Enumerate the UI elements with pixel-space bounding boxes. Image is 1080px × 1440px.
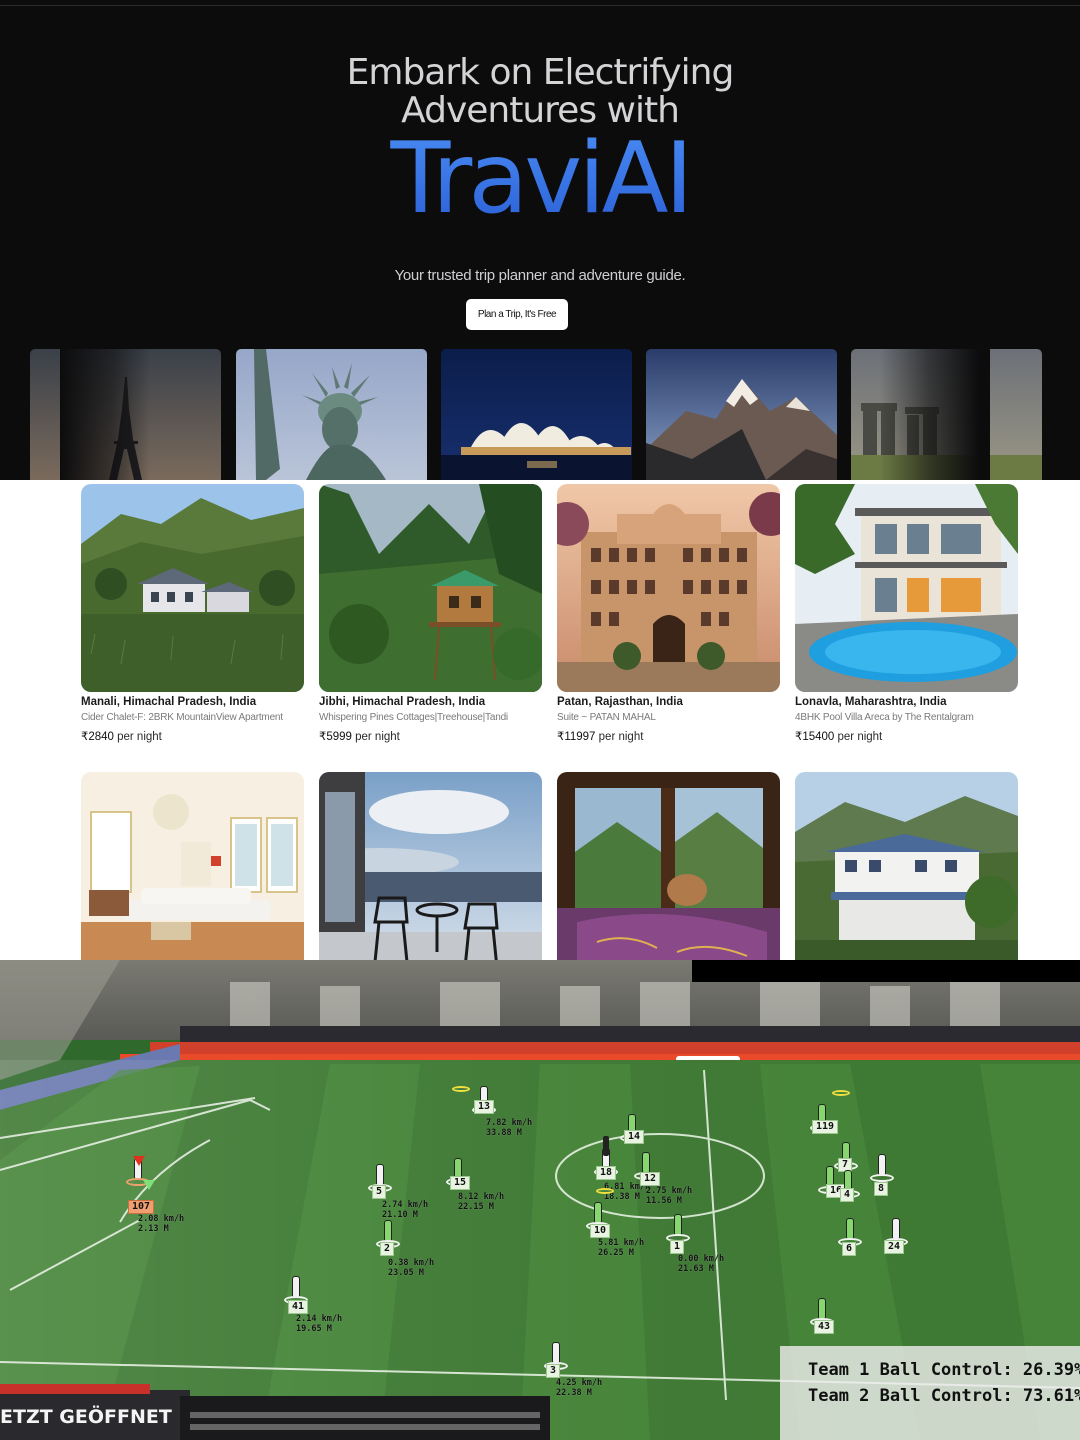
player-marker (846, 1218, 854, 1240)
player-id-label: 13 (474, 1100, 495, 1114)
player-stats: 7.82 km/h 33.88 M (486, 1118, 533, 1138)
player-id-label: 43 (814, 1320, 835, 1334)
referee-marker (603, 1136, 609, 1156)
listing-photo[interactable] (795, 484, 1018, 692)
player-marker (376, 1164, 384, 1186)
player-id-label: 10 (590, 1224, 611, 1238)
linesman-ring (596, 1188, 614, 1194)
player-stats: 2.14 km/h 19.65 M (296, 1314, 343, 1334)
player-marker (292, 1276, 300, 1298)
player-id-label: 8 (874, 1182, 889, 1196)
player-stats: 0.38 km/h 23.05 M (388, 1258, 435, 1278)
listing-title: Cider Chalet-F: 2BRK MountainView Apartm… (81, 712, 283, 723)
listing-price: ₹11997 (557, 731, 596, 743)
player-marker (594, 1202, 602, 1224)
player-id-label: 3 (546, 1364, 561, 1378)
listing-title: Suite ~ PATAN MAHAL (557, 712, 656, 723)
ball-control-panel: Team 1 Ball Control: 26.39% Team 2 Ball … (780, 1346, 1080, 1440)
scene-stonehenge (851, 349, 1042, 480)
player-id-label: 1 (670, 1240, 685, 1254)
listing-card[interactable] (795, 772, 1018, 960)
player-marker (552, 1342, 560, 1364)
team2-ball-control: Team 2 Ball Control: 73.61% (808, 1386, 1080, 1406)
player-marker (878, 1154, 886, 1176)
plan-trip-button[interactable]: Plan a Trip, It's Free (466, 299, 568, 330)
player-marker (674, 1214, 682, 1236)
hero-tagline: Your trusted trip planner and adventure … (394, 267, 686, 284)
hero-section: Embark on Electrifying Adventures with T… (0, 0, 1080, 480)
player-marker (818, 1298, 826, 1320)
player-stats: 2.75 km/h 11.56 M (646, 1186, 693, 1206)
listing-card[interactable]: Jibhi, Himachal Pradesh, India Whisperin… (319, 484, 542, 743)
player-id-label: 5 (372, 1185, 387, 1199)
player-id-label: 6 (842, 1242, 857, 1256)
listing-photo[interactable] (795, 772, 1018, 960)
player-stats: 4.25 km/h 22.38 M (556, 1378, 603, 1398)
player-id-label: 24 (884, 1240, 905, 1254)
listing-title: Whispering Pines Cottages|Treehouse|Tand… (319, 712, 508, 723)
player-stats: 2.74 km/h 21.10 M (382, 1200, 429, 1220)
listing-price-unit: per night (355, 731, 400, 743)
scene-mountain-peak (646, 349, 837, 480)
player-id-label: 119 (812, 1120, 839, 1134)
listing-price-row: ₹5999 per night (319, 729, 542, 743)
listing-photo[interactable] (319, 484, 542, 692)
player-id-label: 41 (288, 1300, 309, 1314)
listing-location: Lonavla, Maharashtra, India (795, 696, 947, 708)
listing-card[interactable]: Lonavla, Maharashtra, India 4BHK Pool Vi… (795, 484, 1018, 743)
listing-photo[interactable] (557, 772, 780, 960)
scene-statue-of-liberty (236, 349, 427, 480)
player-marker (642, 1152, 650, 1174)
listings-grid: Manali, Himachal Pradesh, India Cider Ch… (0, 480, 1080, 960)
brand-name: TraviAI (0, 124, 1080, 234)
listing-price-row: ₹15400 per night (795, 729, 1018, 743)
listing-price-unit: per night (837, 731, 883, 743)
player-id-label: 14 (624, 1130, 645, 1144)
player-stats: 5.81 km/h 26.25 M (598, 1238, 645, 1258)
listing-price: ₹15400 (795, 731, 835, 743)
scene-sydney-opera-house (441, 349, 632, 480)
listing-card[interactable]: Manali, Himachal Pradesh, India Cider Ch… (81, 484, 304, 743)
listing-price-row: ₹11997 per night (557, 729, 780, 743)
listing-price-unit: per night (117, 731, 162, 743)
listing-price: ₹2840 (81, 731, 114, 743)
listing-photo[interactable] (81, 772, 304, 960)
team1-ball-control: Team 1 Ball Control: 26.39% (808, 1360, 1080, 1380)
player-marker (892, 1218, 900, 1240)
player-stats: 2.08 km/h 2.13 M (138, 1214, 185, 1234)
possession-marker-icon (133, 1156, 145, 1166)
listing-location: Patan, Rajasthan, India (557, 696, 683, 708)
scene-eiffel-tower (30, 349, 221, 480)
linesman-ring (832, 1090, 850, 1096)
player-id-label: 15 (450, 1176, 471, 1190)
player-id-label: 18 (596, 1166, 617, 1180)
listing-photo[interactable] (319, 772, 542, 960)
advert-text: ETZT GEÖFFNET (0, 1406, 172, 1428)
listing-location: Jibhi, Himachal Pradesh, India (319, 696, 486, 708)
player-stats: 8.12 km/h 22.15 M (458, 1192, 505, 1212)
player-id-label: 2 (380, 1242, 395, 1256)
ball-marker-icon (143, 1180, 155, 1190)
hero-headline-line1: Embark on Electrifying (346, 52, 735, 93)
player-id-label: 4 (840, 1188, 855, 1202)
listing-price: ₹5999 (319, 731, 352, 743)
top-divider (0, 5, 1080, 6)
player-ring (870, 1174, 894, 1182)
player-stats: 0.00 km/h 21.63 M (678, 1254, 725, 1274)
listing-card[interactable]: Patan, Rajasthan, India Suite ~ PATAN MA… (557, 484, 780, 743)
listing-title: 4BHK Pool Villa Areca by The Rentalgram (795, 712, 974, 723)
listing-price-row: ₹2840 per night (81, 729, 304, 743)
listing-card[interactable] (557, 772, 780, 960)
linesman-ring (452, 1086, 470, 1092)
listing-price-unit: per night (598, 731, 644, 743)
listing-photo[interactable] (81, 484, 304, 692)
match-analysis-frame: 13 7.82 km/h 33.88 M 14 119 107 2.08 km/h 2.1… (0, 960, 1080, 1440)
player-marker (384, 1220, 392, 1242)
listing-photo[interactable] (557, 484, 780, 692)
player-id-label: 12 (640, 1172, 661, 1186)
listing-card[interactable] (319, 772, 542, 960)
listing-card[interactable] (81, 772, 304, 960)
player-id-label: 107 (128, 1200, 155, 1214)
listing-location: Manali, Himachal Pradesh, India (81, 696, 257, 708)
